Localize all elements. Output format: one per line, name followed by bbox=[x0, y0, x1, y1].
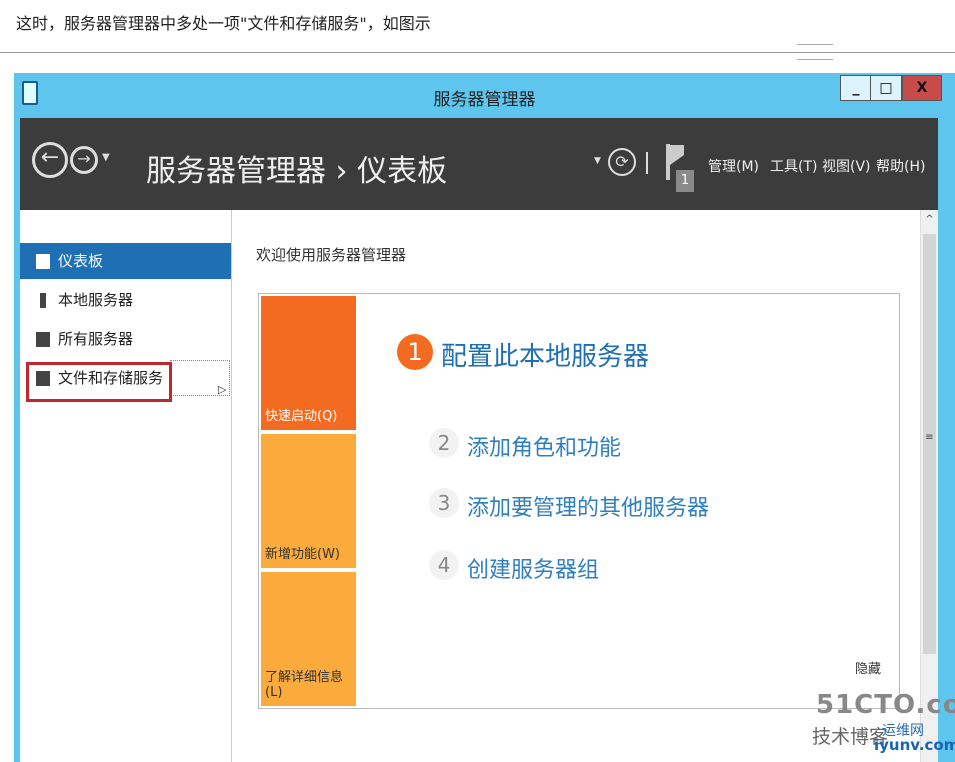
sidebar-item-dashboard[interactable]: 仪表板 bbox=[20, 243, 231, 279]
minimize-button[interactable]: _ bbox=[840, 75, 872, 101]
sidebar-item-local-server[interactable]: 本地服务器 bbox=[20, 282, 231, 318]
sidebar: 仪表板 本地服务器 所有服务器 文件和存储服务 ▷ bbox=[20, 210, 232, 762]
step-number: 1 bbox=[397, 334, 433, 370]
welcome-card: 快速启动(Q) 新增功能(W) 了解详细信息(L) 1 配置此本地服务器 2 添… bbox=[258, 293, 900, 709]
sidebar-item-label: 仪表板 bbox=[58, 252, 104, 270]
step-number: 2 bbox=[429, 428, 459, 458]
separator bbox=[646, 152, 648, 174]
maximize-button[interactable]: □ bbox=[870, 75, 902, 101]
history-dropdown-icon[interactable]: ▼ bbox=[102, 152, 110, 163]
tile-label: 新增功能(W) bbox=[265, 547, 340, 562]
close-button[interactable]: X bbox=[902, 75, 942, 101]
title-bar: 服务器管理器 _ □ X bbox=[14, 73, 955, 118]
tile-quick-start[interactable]: 快速启动(Q) bbox=[261, 296, 356, 430]
flag-icon bbox=[670, 145, 684, 165]
sidebar-item-label: 所有服务器 bbox=[58, 330, 134, 348]
expand-arrow-icon[interactable]: ▷ bbox=[218, 372, 226, 408]
scroll-thumb[interactable] bbox=[923, 234, 936, 654]
forward-icon[interactable]: → bbox=[70, 146, 98, 174]
sidebar-item-label: 本地服务器 bbox=[58, 291, 134, 309]
step-number: 3 bbox=[429, 488, 459, 518]
step-create-group[interactable]: 创建服务器组 bbox=[467, 552, 599, 584]
step-configure-local-server[interactable]: 配置此本地服务器 bbox=[441, 336, 649, 373]
dashboard-icon bbox=[36, 254, 50, 269]
tile-whats-new[interactable]: 新增功能(W) bbox=[261, 434, 356, 568]
menu-manage[interactable]: 管理(M) bbox=[708, 156, 759, 176]
doc-marker-icon bbox=[797, 44, 833, 60]
menu-tools[interactable]: 工具(T) bbox=[770, 156, 817, 176]
refresh-dropdown-icon[interactable]: ▼ bbox=[594, 156, 601, 166]
step-number: 4 bbox=[429, 550, 459, 580]
watermark: 51CTO.com 技术博客 运维网 iyunv.com bbox=[808, 690, 955, 760]
back-icon[interactable]: ← bbox=[32, 142, 68, 178]
scroll-up-icon[interactable]: ^ bbox=[921, 214, 938, 225]
highlight-box bbox=[26, 362, 172, 402]
window-title: 服务器管理器 bbox=[433, 90, 536, 110]
step-add-servers[interactable]: 添加要管理的其他服务器 bbox=[467, 490, 709, 522]
watermark-text: 51CTO.com bbox=[816, 690, 955, 720]
notification-badge: 1 bbox=[676, 170, 694, 192]
grip-icon: ≡ bbox=[925, 432, 934, 443]
intro-text: 这时，服务器管理器中多处一项"文件和存储服务"，如图示 bbox=[16, 14, 431, 33]
server-manager-window: 服务器管理器 _ □ X ← → ▼ 服务器管理器 › 仪表板 ▼ ⟳ 1 管理… bbox=[14, 73, 955, 762]
server-icon bbox=[40, 293, 46, 308]
breadcrumb: 服务器管理器 › 仪表板 bbox=[146, 154, 448, 189]
tile-label: 了解详细信息(L) bbox=[265, 670, 344, 700]
servers-icon bbox=[36, 332, 50, 347]
watermark-text: iyunv.com bbox=[874, 736, 955, 754]
welcome-heading: 欢迎使用服务器管理器 bbox=[256, 246, 407, 264]
header-bar: ← → ▼ 服务器管理器 › 仪表板 ▼ ⟳ 1 管理(M) 工具(T) 视图(… bbox=[20, 118, 938, 210]
menu-help[interactable]: 帮助(H) bbox=[876, 156, 925, 176]
sidebar-item-all-servers[interactable]: 所有服务器 bbox=[20, 321, 231, 357]
step-add-roles[interactable]: 添加角色和功能 bbox=[467, 430, 621, 462]
tile-learn-more[interactable]: 了解详细信息(L) bbox=[261, 572, 356, 706]
main-content: 欢迎使用服务器管理器 快速启动(Q) 新增功能(W) 了解详细信息(L) 1 配… bbox=[232, 210, 920, 762]
tile-label: 快速启动(Q) bbox=[265, 409, 338, 424]
refresh-icon[interactable]: ⟳ bbox=[608, 148, 636, 176]
menu-view[interactable]: 视图(V) bbox=[822, 156, 871, 176]
vertical-scrollbar[interactable]: ^ ≡ bbox=[920, 210, 938, 762]
hide-link[interactable]: 隐藏 bbox=[855, 658, 881, 677]
